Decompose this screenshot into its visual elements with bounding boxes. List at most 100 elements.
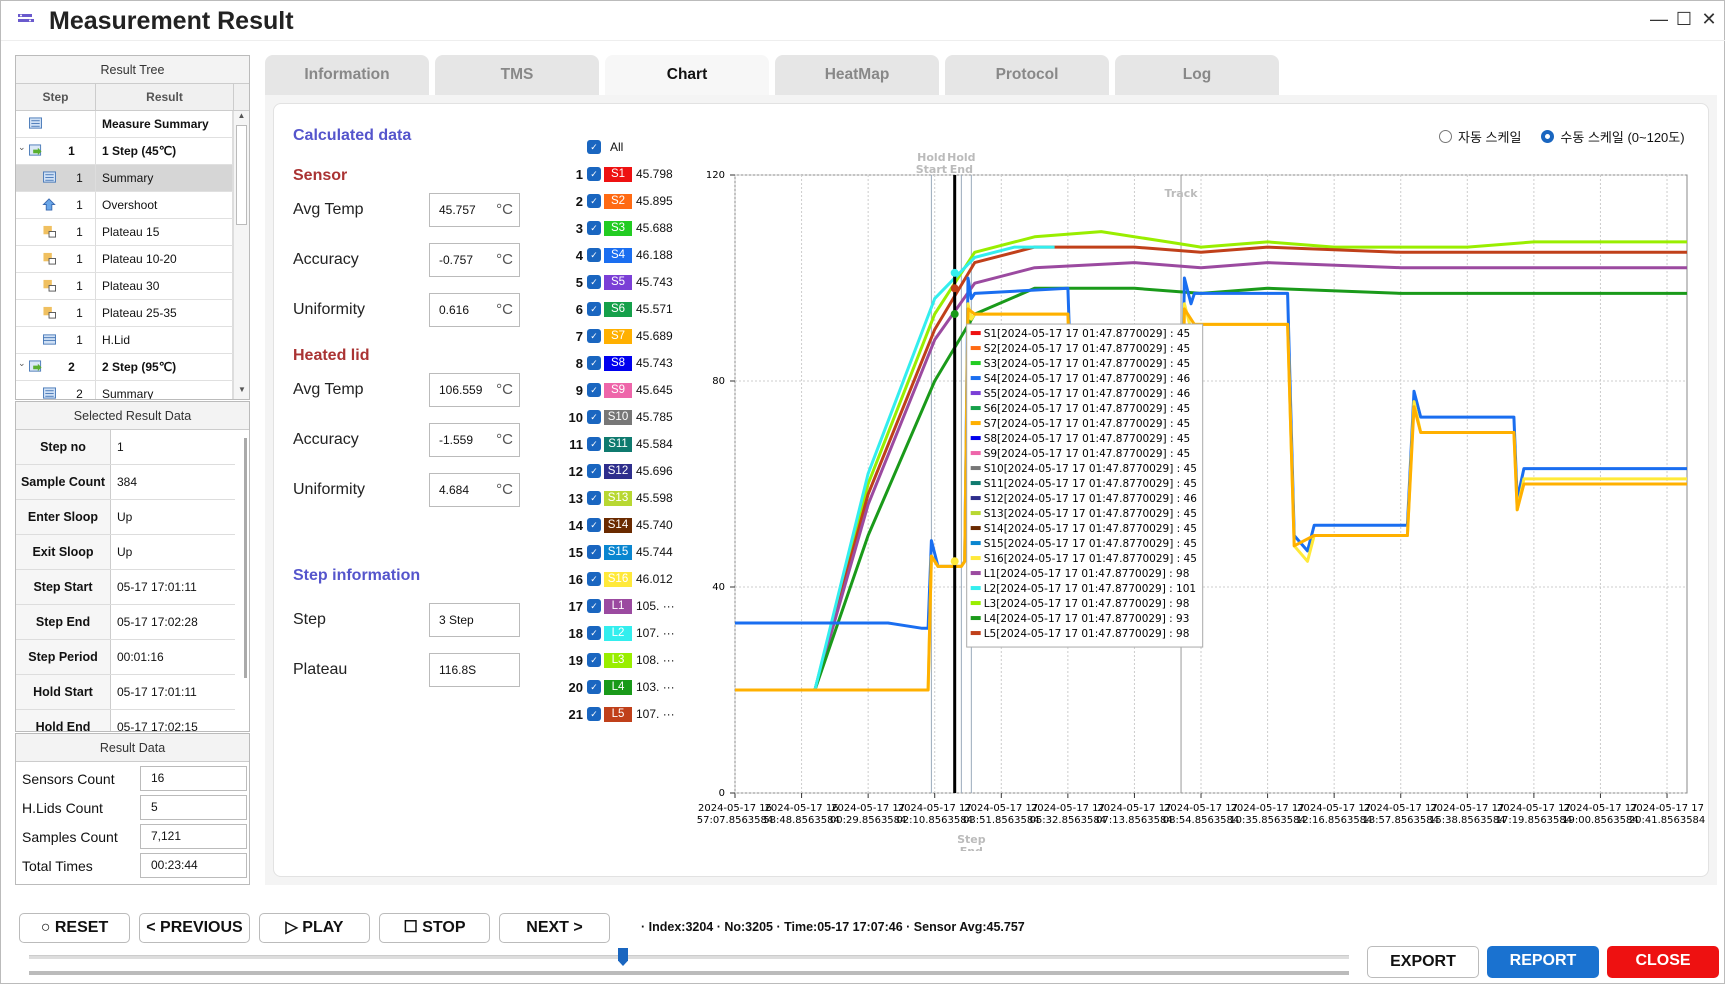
expand-chevron-icon[interactable]: ⌄ [18,358,26,369]
sensor-row[interactable]: 16 ✓ S16 46.012 [561,569,673,589]
tree-scrollbar[interactable]: ▲ ▼ [233,111,249,399]
selected-data-scrollbar[interactable] [244,438,247,678]
sensor-row[interactable]: 21 ✓ L5 107. ··· [561,704,675,724]
sensor-row[interactable]: 9 ✓ S9 45.645 [561,380,673,400]
checkbox-checked-icon[interactable]: ✓ [587,491,601,505]
temperature-chart[interactable]: 2024-05-17 1657:07.85635842024-05-17 165… [691,151,1711,851]
tree-row[interactable]: 1 Plateau 15 [16,219,233,246]
sensor-row[interactable]: 4 ✓ S4 46.188 [561,245,673,265]
sensor-row[interactable]: 3 ✓ S3 45.688 [561,218,673,238]
result-data-row: H.Lids Count 5 [16,793,249,822]
tab-tms[interactable]: TMS [435,55,599,95]
maximize-button[interactable]: ☐ [1673,9,1695,30]
tree-row-step: 1 [64,219,96,245]
checkbox-checked-icon[interactable]: ✓ [587,464,601,478]
report-button[interactable]: REPORT [1487,946,1599,978]
tab-protocol[interactable]: Protocol [945,55,1109,95]
tree-row[interactable]: Measure Summary [16,111,233,138]
sensor-row[interactable]: 12 ✓ S12 45.696 [561,461,673,481]
sensor-row[interactable]: 11 ✓ S11 45.584 [561,434,673,454]
sensor-row[interactable]: 14 ✓ S14 45.740 [561,515,673,535]
sensor-row[interactable]: 7 ✓ S7 45.689 [561,326,673,346]
sensor-row[interactable]: 17 ✓ L1 105. ··· [561,596,675,616]
tab-log[interactable]: Log [1115,55,1279,95]
sensor-row[interactable]: 5 ✓ S5 45.743 [561,272,673,292]
checkbox-checked-icon[interactable]: ✓ [587,518,601,532]
next-button[interactable]: NEXT > [499,913,610,943]
tree-scroll-thumb[interactable] [236,125,247,225]
sensor-row[interactable]: 15 ✓ S15 45.744 [561,542,673,562]
tooltip-swatch [970,586,981,591]
y-tick-label: 80 [712,376,725,387]
playback-slider-thumb[interactable] [618,948,628,966]
checkbox-checked-icon[interactable]: ✓ [587,545,601,559]
x-tick-label-time: 13:57.8563584 [1362,815,1439,826]
checkbox-checked-icon[interactable]: ✓ [587,275,601,289]
tab-heatmap[interactable]: HeatMap [775,55,939,95]
tree-row[interactable]: ⌄ 1 1 Step (45℃) [16,138,233,165]
auto-scale-radio[interactable] [1439,130,1452,143]
checkbox-checked-icon[interactable]: ✓ [587,653,601,667]
all-label: All [610,140,624,154]
sensor-row[interactable]: 13 ✓ S13 45.598 [561,488,673,508]
checkbox-checked-icon[interactable]: ✓ [587,194,601,208]
tab-chart[interactable]: Chart [605,55,769,95]
sensor-row[interactable]: 1 ✓ S1 45.798 [561,164,673,184]
close-button[interactable]: CLOSE [1607,946,1719,978]
reset-button[interactable]: ○ RESET [19,913,130,943]
checkbox-checked-icon[interactable]: ✓ [587,302,601,316]
play-button[interactable]: ▷ PLAY [259,913,370,943]
stop-button[interactable]: ☐ STOP [379,913,490,943]
sensor-row[interactable]: 20 ✓ L4 103. ··· [561,677,675,697]
tree-row[interactable]: 1 Plateau 25-35 [16,300,233,327]
field-value: -1.559 °C [429,423,520,457]
tree-row[interactable]: 1 H.Lid [16,327,233,354]
sensor-row[interactable]: 19 ✓ L3 108. ··· [561,650,675,670]
column-result[interactable]: Result [96,84,234,110]
tooltip-entry: S14[2024-05-17 17 01:47.8770029] : 45 [984,523,1197,535]
selected-data-value: 05-17 17:01:11 [117,580,197,594]
sensor-row[interactable]: 6 ✓ S6 45.571 [561,299,673,319]
checkbox-checked-icon[interactable]: ✓ [587,572,601,586]
all-sensors-toggle[interactable]: ✓ All [587,137,623,157]
checkbox-checked-icon[interactable]: ✓ [587,140,601,154]
tree-row[interactable]: 1 Overshoot [16,192,233,219]
tooltip-entry: L3[2024-05-17 17 01:47.8770029] : 98 [984,598,1190,610]
tab-information[interactable]: Information [265,55,429,95]
checkbox-checked-icon[interactable]: ✓ [587,167,601,181]
tree-row[interactable]: 1 Plateau 30 [16,273,233,300]
checkbox-checked-icon[interactable]: ✓ [587,329,601,343]
tree-row[interactable]: 2 Summary [16,381,233,399]
playback-progress-track [29,971,1349,975]
sensor-row[interactable]: 10 ✓ S10 45.785 [561,407,673,427]
close-window-button[interactable]: ✕ [1698,9,1720,30]
checkbox-checked-icon[interactable]: ✓ [587,707,601,721]
checkbox-checked-icon[interactable]: ✓ [587,599,601,613]
minimize-button[interactable]: — [1648,9,1670,30]
expand-chevron-icon[interactable]: ⌄ [18,142,26,153]
playback-slider[interactable] [29,955,1349,959]
tree-row[interactable]: 1 Plateau 10-20 [16,246,233,273]
sensor-row[interactable]: 2 ✓ S2 45.895 [561,191,673,211]
x-tick-label-time: 00:29.8563584 [830,815,907,826]
checkbox-checked-icon[interactable]: ✓ [587,626,601,640]
sensor-row[interactable]: 18 ✓ L2 107. ··· [561,623,675,643]
previous-button[interactable]: < PREVIOUS [139,913,250,943]
checkbox-checked-icon[interactable]: ✓ [587,221,601,235]
column-step[interactable]: Step [16,84,96,110]
checkbox-checked-icon[interactable]: ✓ [587,680,601,694]
tree-row[interactable]: 1 Summary [16,165,233,192]
manual-scale-radio[interactable] [1541,130,1555,143]
summary-icon [29,117,42,129]
sensor-row[interactable]: 8 ✓ S8 45.743 [561,353,673,373]
checkbox-checked-icon[interactable]: ✓ [587,356,601,370]
tree-row[interactable]: ⌄ 2 2 Step (95℃) [16,354,233,381]
checkbox-checked-icon[interactable]: ✓ [587,383,601,397]
sensor-tag: S6 [604,301,632,317]
checkbox-checked-icon[interactable]: ✓ [587,410,601,424]
checkbox-checked-icon[interactable]: ✓ [587,437,601,451]
export-button[interactable]: EXPORT [1367,946,1479,978]
checkbox-checked-icon[interactable]: ✓ [587,248,601,262]
tooltip-swatch [970,346,981,351]
tooltip-entry: S12[2024-05-17 17 01:47.8770029] : 46 [984,493,1198,505]
